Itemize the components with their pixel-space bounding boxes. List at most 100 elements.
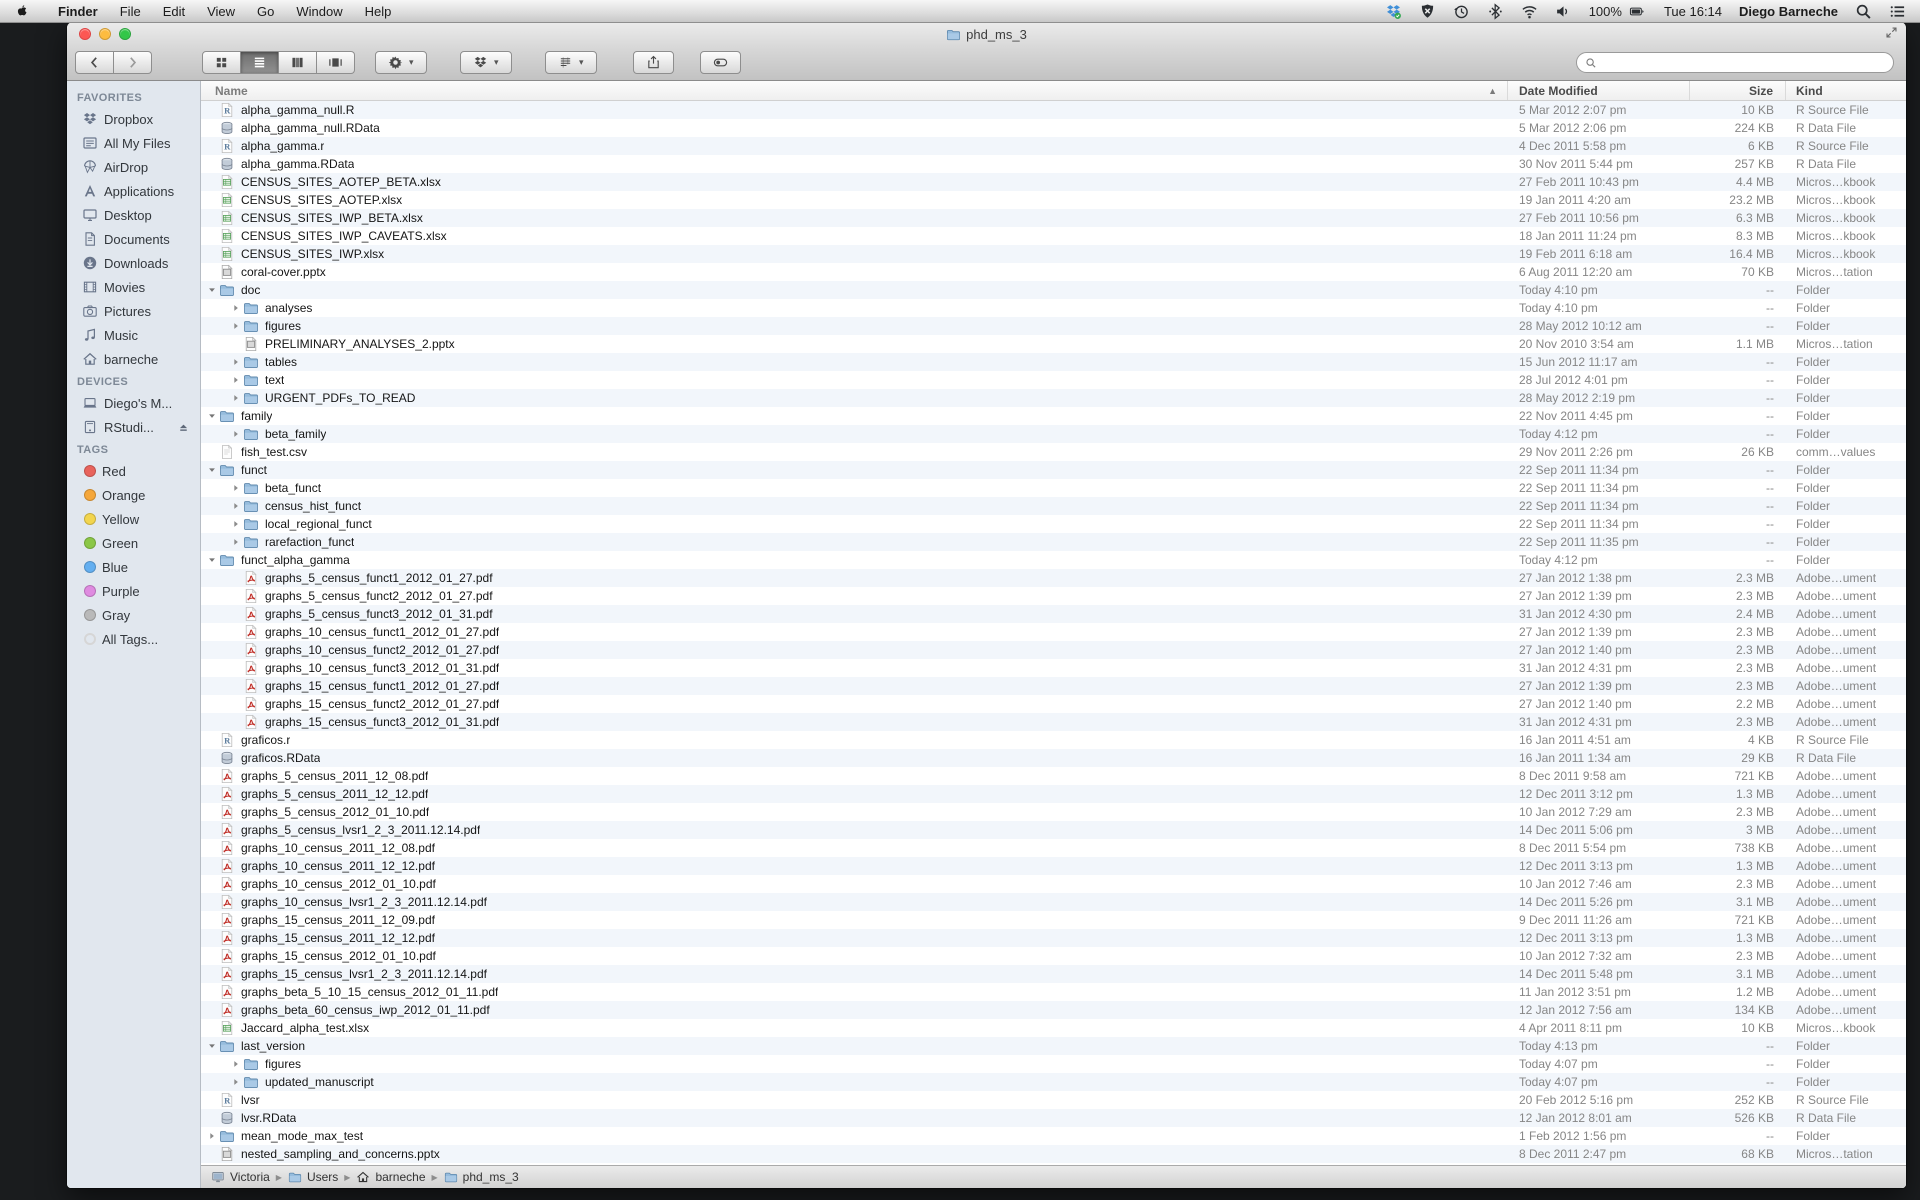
view-columns-button[interactable] [279, 51, 317, 74]
disclosure-right-icon[interactable] [229, 483, 243, 493]
table-row[interactable]: local_regional_funct 22 Sep 2011 11:34 pm… [201, 515, 1906, 533]
table-row[interactable]: tables 15 Jun 2012 11:17 am -- Folder [201, 353, 1906, 371]
table-row[interactable]: figures Today 4:07 pm -- Folder [201, 1055, 1906, 1073]
sidebar-item-all-tags-[interactable]: All Tags... [67, 627, 200, 651]
folder-proxy-icon[interactable] [946, 27, 961, 42]
table-row[interactable]: graphs_10_census_2011_12_08.pdf 8 Dec 201… [201, 839, 1906, 857]
sidebar-item-all-my-files[interactable]: All My Files [67, 131, 200, 155]
sidebar-item-airdrop[interactable]: AirDrop [67, 155, 200, 179]
disclosure-right-icon[interactable] [229, 393, 243, 403]
fast-user-switch-menu[interactable]: Diego Barneche [1739, 4, 1838, 19]
menu-item-go[interactable]: Go [246, 0, 285, 22]
sidebar-item-red[interactable]: Red [67, 459, 200, 483]
back-button[interactable] [75, 51, 114, 74]
table-row[interactable]: graphs_5_census_funct2_2012_01_27.pdf 27 … [201, 587, 1906, 605]
table-row[interactable]: graphs_5_census_2012_01_10.pdf 10 Jan 201… [201, 803, 1906, 821]
disclosure-right-icon[interactable] [229, 1059, 243, 1069]
table-row[interactable]: family 22 Nov 2011 4:45 pm -- Folder [201, 407, 1906, 425]
column-header-name[interactable]: Name ▲ [201, 81, 1508, 100]
disclosure-right-icon[interactable] [229, 375, 243, 385]
view-icons-button[interactable] [202, 51, 241, 74]
apple-menu[interactable] [14, 4, 29, 19]
sidebar-item-pictures[interactable]: Pictures [67, 299, 200, 323]
disclosure-right-icon[interactable] [229, 501, 243, 511]
breadcrumb-phd-ms-3[interactable]: phd_ms_3 [444, 1170, 519, 1184]
table-row[interactable]: graphs_15_census_funct1_2012_01_27.pdf 27… [201, 677, 1906, 695]
dropbox-menu-button[interactable]: ▾ [460, 51, 512, 74]
table-row[interactable]: URGENT_PDFs_TO_READ 28 May 2012 2:19 pm --… [201, 389, 1906, 407]
sidebar-item-downloads[interactable]: Downloads [67, 251, 200, 275]
table-row[interactable]: CENSUS_SITES_IWP.xlsx 19 Feb 2011 6:18 am… [201, 245, 1906, 263]
table-row[interactable]: graphs_15_census_funct2_2012_01_27.pdf 27… [201, 695, 1906, 713]
menu-clock[interactable]: Tue 16:14 [1664, 4, 1722, 19]
table-row[interactable]: beta_family Today 4:12 pm -- Folder [201, 425, 1906, 443]
table-row[interactable]: Rlvsr 20 Feb 2012 5:16 pm 252 KB R Source F… [201, 1091, 1906, 1109]
table-row[interactable]: graphs_beta_60_census_iwp_2012_01_11.pdf… [201, 1001, 1906, 1019]
disclosure-down-icon[interactable] [205, 555, 219, 565]
table-row[interactable]: census_hist_funct 22 Sep 2011 11:34 pm -- F… [201, 497, 1906, 515]
sidebar-item-documents[interactable]: Documents [67, 227, 200, 251]
disclosure-right-icon[interactable] [229, 1077, 243, 1087]
sidebar-item-music[interactable]: Music [67, 323, 200, 347]
table-row[interactable]: alpha_gamma.RData 30 Nov 2011 5:44 pm 257 … [201, 155, 1906, 173]
sidebar-item-applications[interactable]: Applications [67, 179, 200, 203]
battery-indicator[interactable]: 100% [1589, 4, 1647, 19]
sidebar-item-blue[interactable]: Blue [67, 555, 200, 579]
disclosure-down-icon[interactable] [205, 411, 219, 421]
table-row[interactable]: graphs_5_census_2011_12_08.pdf 8 Dec 2011… [201, 767, 1906, 785]
table-row[interactable]: CENSUS_SITES_AOTEP.xlsx 19 Jan 2011 4:20 … [201, 191, 1906, 209]
sidebar-item-rstudi-[interactable]: RStudi... [67, 415, 200, 439]
menu-item-file[interactable]: File [109, 0, 152, 22]
table-row[interactable]: PRELIMINARY_ANALYSES_2.pptx 20 Nov 2010 3… [201, 335, 1906, 353]
sidebar-item-barneche[interactable]: barneche [67, 347, 200, 371]
table-row[interactable]: Jaccard_alpha_test.xlsx 4 Apr 2011 8:11 p… [201, 1019, 1906, 1037]
column-header-size[interactable]: Size [1690, 81, 1786, 100]
wifi-menu-icon[interactable] [1521, 3, 1538, 20]
eject-icon[interactable] [177, 421, 190, 434]
sidebar-item-movies[interactable]: Movies [67, 275, 200, 299]
shield-menu-icon[interactable] [1419, 3, 1436, 20]
table-row[interactable]: text 28 Jul 2012 4:01 pm -- Folder [201, 371, 1906, 389]
table-row[interactable]: mean_mode_max_test 1 Feb 2012 1:56 pm -- Fo… [201, 1127, 1906, 1145]
search-input[interactable] [1602, 54, 1885, 71]
disclosure-right-icon[interactable] [229, 429, 243, 439]
sidebar-item-purple[interactable]: Purple [67, 579, 200, 603]
action-menu-button[interactable]: ▾ [375, 51, 427, 74]
table-row[interactable]: graphs_5_census_funct3_2012_01_31.pdf 31 … [201, 605, 1906, 623]
table-row[interactable]: CENSUS_SITES_AOTEP_BETA.xlsx 27 Feb 2011 … [201, 173, 1906, 191]
table-row[interactable]: figures 28 May 2012 10:12 am -- Folder [201, 317, 1906, 335]
table-row[interactable]: Ralpha_gamma.r 4 Dec 2011 5:58 pm 6 KB R So… [201, 137, 1906, 155]
disclosure-right-icon[interactable] [229, 537, 243, 547]
table-row[interactable]: graphs_15_census_2011_12_09.pdf 9 Dec 201… [201, 911, 1906, 929]
table-row[interactable]: CENSUS_SITES_IWP_BETA.xlsx 27 Feb 2011 10… [201, 209, 1906, 227]
volume-menu-icon[interactable] [1555, 3, 1572, 20]
disclosure-right-icon[interactable] [229, 321, 243, 331]
table-row[interactable]: nested_sampling_and_concerns.pptx 8 Dec 2… [201, 1145, 1906, 1163]
disclosure-right-icon[interactable] [229, 303, 243, 313]
breadcrumb-barneche[interactable]: barneche [356, 1170, 426, 1184]
column-header-date-modified[interactable]: Date Modified [1508, 81, 1690, 100]
forward-button[interactable] [114, 51, 152, 74]
share-button[interactable] [633, 51, 674, 74]
spotlight-icon[interactable] [1855, 3, 1872, 20]
table-row[interactable]: rarefaction_funct 22 Sep 2011 11:35 pm -- F… [201, 533, 1906, 551]
table-row[interactable]: last_version Today 4:13 pm -- Folder [201, 1037, 1906, 1055]
table-row[interactable]: doc Today 4:10 pm -- Folder [201, 281, 1906, 299]
table-row[interactable]: coral-cover.pptx 6 Aug 2011 12:20 am 70 KB… [201, 263, 1906, 281]
table-row[interactable]: graphs_10_census_2012_01_10.pdf 10 Jan 20… [201, 875, 1906, 893]
menu-item-finder[interactable]: Finder [47, 0, 109, 22]
notification-center-icon[interactable] [1889, 3, 1906, 20]
table-row[interactable]: analyses Today 4:10 pm -- Folder [201, 299, 1906, 317]
column-header-kind[interactable]: Kind [1786, 81, 1906, 100]
table-row[interactable]: graphs_10_census_funct1_2012_01_27.pdf 27… [201, 623, 1906, 641]
table-row[interactable]: CENSUS_SITES_IWP_CAVEATS.xlsx 18 Jan 2011… [201, 227, 1906, 245]
breadcrumb-users[interactable]: Users [288, 1170, 338, 1184]
sidebar-item-yellow[interactable]: Yellow [67, 507, 200, 531]
fullscreen-icon[interactable] [1885, 26, 1898, 44]
table-row[interactable]: graphs_5_census_funct1_2012_01_27.pdf 27 … [201, 569, 1906, 587]
table-row[interactable]: graphs_15_census_2012_01_10.pdf 10 Jan 20… [201, 947, 1906, 965]
sidebar-item-orange[interactable]: Orange [67, 483, 200, 507]
title-bar[interactable]: phd_ms_3 [67, 22, 1906, 46]
table-row[interactable]: fish_test.csv 29 Nov 2011 2:26 pm 26 KB com… [201, 443, 1906, 461]
menu-item-view[interactable]: View [196, 0, 246, 22]
